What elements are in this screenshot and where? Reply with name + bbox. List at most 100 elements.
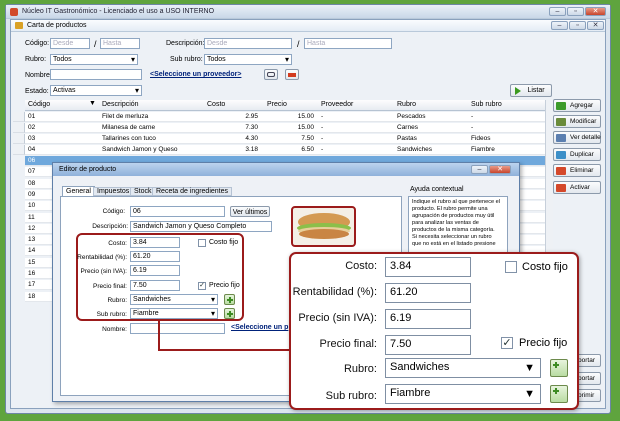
maximize-button[interactable]: ▫ — [567, 7, 584, 16]
tab-impuestos[interactable]: Impuestos — [93, 187, 134, 196]
dialog-costo-input[interactable]: 3.84 — [130, 237, 180, 248]
dialog-codigo-input[interactable]: 06 — [130, 206, 225, 217]
row-header[interactable] — [13, 112, 25, 122]
app-title: Núcleo IT Gastronómico - Licenciado el u… — [22, 8, 215, 15]
add-rubro-button[interactable] — [224, 294, 235, 305]
nombre-label: Nombre: — [25, 72, 52, 79]
dialog-minimize-button[interactable]: – — [471, 165, 488, 174]
side-button-2[interactable]: Ver detalle — [553, 131, 601, 144]
proveedor-link[interactable]: <Seleccione un proveedor> — [150, 71, 241, 78]
dialog-subrubro-label: Sub rubro: — [96, 311, 127, 318]
cell-rubro: Carnes — [397, 124, 418, 131]
dialog-precio-fijo-checkbox[interactable]: ✓ — [198, 282, 206, 290]
dialog-precio-siniva-input[interactable]: 6.19 — [130, 265, 180, 276]
product-photo — [291, 206, 356, 247]
side-button-5[interactable]: Activar — [553, 181, 601, 194]
dialog-close-button[interactable]: ✕ — [489, 165, 511, 174]
row-header[interactable] — [13, 123, 25, 133]
dialog-codigo-label: Código: — [102, 208, 125, 215]
tab-general[interactable]: General — [62, 186, 95, 196]
ver-ultimos-button[interactable]: Ver últimos — [230, 206, 270, 217]
zoom-precio-final-input[interactable]: 7.50 — [385, 335, 471, 355]
button-icon — [556, 134, 566, 142]
help-panel: Indique el rubro al que pertenece el pro… — [408, 196, 508, 256]
column-header-subrubro[interactable]: Sub rubro — [471, 101, 502, 108]
close-button[interactable]: ✕ — [585, 7, 606, 16]
side-button-3[interactable]: Duplicar — [553, 148, 601, 161]
cell-codigo: 18 — [28, 292, 36, 300]
button-icon — [556, 184, 566, 192]
zoom-add-subrubro-button[interactable] — [550, 385, 568, 403]
estado-select[interactable]: Activas — [50, 85, 142, 96]
dialog-precio-final-input[interactable]: 7.50 — [130, 280, 180, 291]
zoom-subrubro-select[interactable]: Fiambre ▼ — [385, 384, 541, 404]
column-header-codigo[interactable]: Código — [28, 101, 50, 108]
dialog-rentabilidad-input[interactable]: 61.20 — [130, 251, 180, 262]
dialog-subrubro-select[interactable]: Fiambre — [130, 308, 218, 319]
table-row[interactable]: 04 Sandwich Jamon y Queso 3.18 6.50- Sandwic… — [25, 145, 545, 155]
column-header-costo[interactable]: Costo — [207, 101, 225, 108]
zoom-rubro-select[interactable]: Sandwiches ▼ — [385, 358, 541, 378]
side-button-0[interactable]: Agregar — [553, 99, 601, 112]
side-button-4[interactable]: Eliminar — [553, 164, 601, 177]
descripcion-desde-input[interactable]: Desde — [204, 38, 292, 49]
nombre-input[interactable] — [50, 69, 142, 80]
cell-precio: 15.00 — [297, 113, 314, 120]
table-row[interactable]: 03 Tallarines con tuco 4.30 7.50- Pastas Fide… — [25, 134, 545, 144]
zoom-costo-input[interactable]: 3.84 — [385, 257, 471, 277]
cell-subrubro: Fideos — [471, 135, 491, 142]
listar-button[interactable]: Listar — [510, 84, 552, 97]
column-header-rubro[interactable]: Rubro — [397, 101, 416, 108]
cell-precio: 15.00 — [297, 124, 314, 131]
help-title: Ayuda contextual — [410, 186, 464, 193]
dialog-costo-fijo-checkbox[interactable] — [198, 239, 206, 247]
app-title-bar: Núcleo IT Gastronómico - Licenciado el u… — [6, 5, 610, 19]
chevron-down-icon: ▼ — [524, 362, 535, 374]
cell-proveedor: - — [321, 113, 324, 120]
table-row[interactable]: 02 Milanesa de carne 7.30 15.00- Carnes - — [25, 123, 545, 133]
cell-codigo: 15 — [28, 258, 36, 266]
clear-proveedor-button[interactable] — [285, 69, 299, 80]
descripcion-separator: / — [297, 39, 300, 49]
inner-minimize-button[interactable]: – — [551, 21, 568, 30]
zoom-rentabilidad-input[interactable]: 61.20 — [385, 283, 471, 303]
cell-descripcion: Filet de merluza — [102, 113, 149, 120]
column-header-precio[interactable]: Precio — [267, 101, 287, 108]
zoom-precio-siniva-input[interactable]: 6.19 — [385, 309, 471, 329]
minimize-button[interactable]: – — [549, 7, 566, 16]
inner-close-button[interactable]: ✕ — [587, 21, 604, 30]
cell-codigo: 02 — [28, 124, 36, 131]
cell-costo: 3.18 — [245, 146, 258, 153]
cell-codigo: 10 — [28, 202, 36, 210]
tab-receta[interactable]: Receta de ingredientes — [152, 187, 232, 196]
binoculars-button[interactable] — [264, 69, 278, 80]
zoom-precio-siniva-label: Precio (sin IVA): — [298, 312, 377, 324]
inner-window-icon — [15, 22, 23, 29]
cell-codigo: 16 — [28, 270, 36, 277]
zoom-costo-fijo-checkbox[interactable] — [505, 261, 517, 273]
row-header[interactable] — [13, 145, 25, 155]
codigo-desde-input[interactable]: Desde — [50, 38, 90, 49]
cell-rubro: Sandwiches — [397, 146, 433, 153]
cell-codigo: 07 — [28, 168, 36, 176]
descripcion-hasta-input[interactable]: Hasta — [304, 38, 392, 49]
dialog-rubro-select[interactable]: Sandwiches — [130, 294, 218, 305]
dialog-descripcion-input[interactable]: Sandwich Jamon y Queso Completo — [130, 221, 272, 232]
inner-maximize-button[interactable]: ▫ — [569, 21, 586, 30]
codigo-separator: / — [94, 39, 97, 49]
column-header-descripcion[interactable]: Descripción — [102, 101, 139, 108]
cell-codigo: 12 — [28, 224, 36, 232]
cell-costo: 7.30 — [245, 124, 258, 131]
rubro-select[interactable]: Todos — [50, 54, 138, 65]
side-button-1[interactable]: Modificar — [553, 115, 601, 128]
column-header-proveedor[interactable]: Proveedor — [321, 101, 353, 108]
row-header[interactable] — [13, 134, 25, 144]
zoom-add-rubro-button[interactable] — [550, 359, 568, 377]
cell-descripcion: Sandwich Jamon y Queso — [102, 146, 178, 153]
add-subrubro-button[interactable] — [224, 308, 235, 319]
codigo-hasta-input[interactable]: Hasta — [100, 38, 140, 49]
subrubro-select[interactable]: Todos — [204, 54, 292, 65]
button-icon — [556, 118, 566, 126]
table-row[interactable]: 01 Filet de merluza 2.95 15.00- Pescados - — [25, 112, 545, 122]
zoom-precio-fijo-checkbox[interactable]: ✓ — [501, 337, 513, 349]
